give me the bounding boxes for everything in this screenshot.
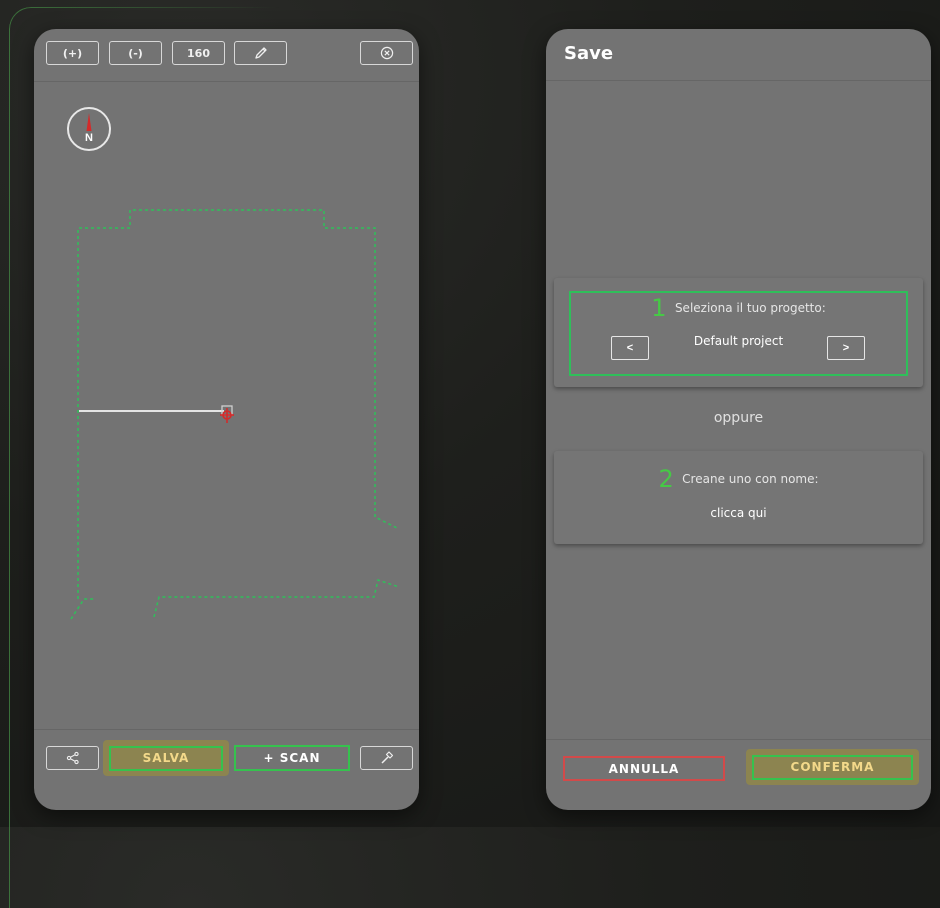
- scan-screen: (+) (-) 160 N SALVA + SCAN: [34, 29, 419, 810]
- dialog-footer: ANNULLA CONFERMA: [546, 739, 931, 810]
- step1-label: Seleziona il tuo progetto:: [674, 301, 826, 315]
- hammer-icon: [380, 751, 393, 764]
- step2-label: Creane uno con nome:: [682, 472, 819, 486]
- room-outline-bottom: [70, 579, 400, 620]
- cancel-button[interactable]: ANNULLA: [563, 756, 725, 781]
- project-name: Default project: [693, 334, 784, 348]
- confirm-button[interactable]: CONFERMA: [752, 754, 913, 780]
- save-button[interactable]: SALVA: [109, 745, 223, 771]
- create-project-link[interactable]: clicca qui: [554, 506, 923, 520]
- create-project-card[interactable]: 2 Creane uno con nome: clicca qui: [554, 451, 923, 544]
- save-header: Save: [546, 29, 931, 81]
- add-scan-button[interactable]: + SCAN: [234, 745, 350, 771]
- page-title: Save: [564, 43, 614, 64]
- room-outline: [77, 209, 400, 599]
- next-project-button[interactable]: >: [827, 336, 865, 360]
- save-button-frame[interactable]: SALVA: [103, 740, 229, 776]
- share-button[interactable]: [46, 746, 99, 770]
- step1-header: 1 Seleziona il tuo progetto:: [554, 294, 923, 322]
- floor-plan-canvas[interactable]: [34, 29, 419, 729]
- step1-number: 1: [651, 294, 667, 322]
- previous-project-button[interactable]: <: [611, 336, 649, 360]
- or-label: oppure: [713, 410, 764, 426]
- step2-number: 2: [658, 465, 674, 493]
- map-bottom-bar: SALVA + SCAN: [34, 729, 419, 810]
- share-icon: [66, 751, 79, 765]
- step2-header: 2 Creane uno con nome:: [554, 465, 923, 493]
- confirm-button-frame[interactable]: CONFERMA: [746, 749, 919, 785]
- save-screen: Save 1 Seleziona il tuo progetto: Defaul…: [546, 29, 931, 810]
- tools-button[interactable]: [360, 746, 413, 770]
- select-project-card: 1 Seleziona il tuo progetto: Default pro…: [554, 278, 923, 387]
